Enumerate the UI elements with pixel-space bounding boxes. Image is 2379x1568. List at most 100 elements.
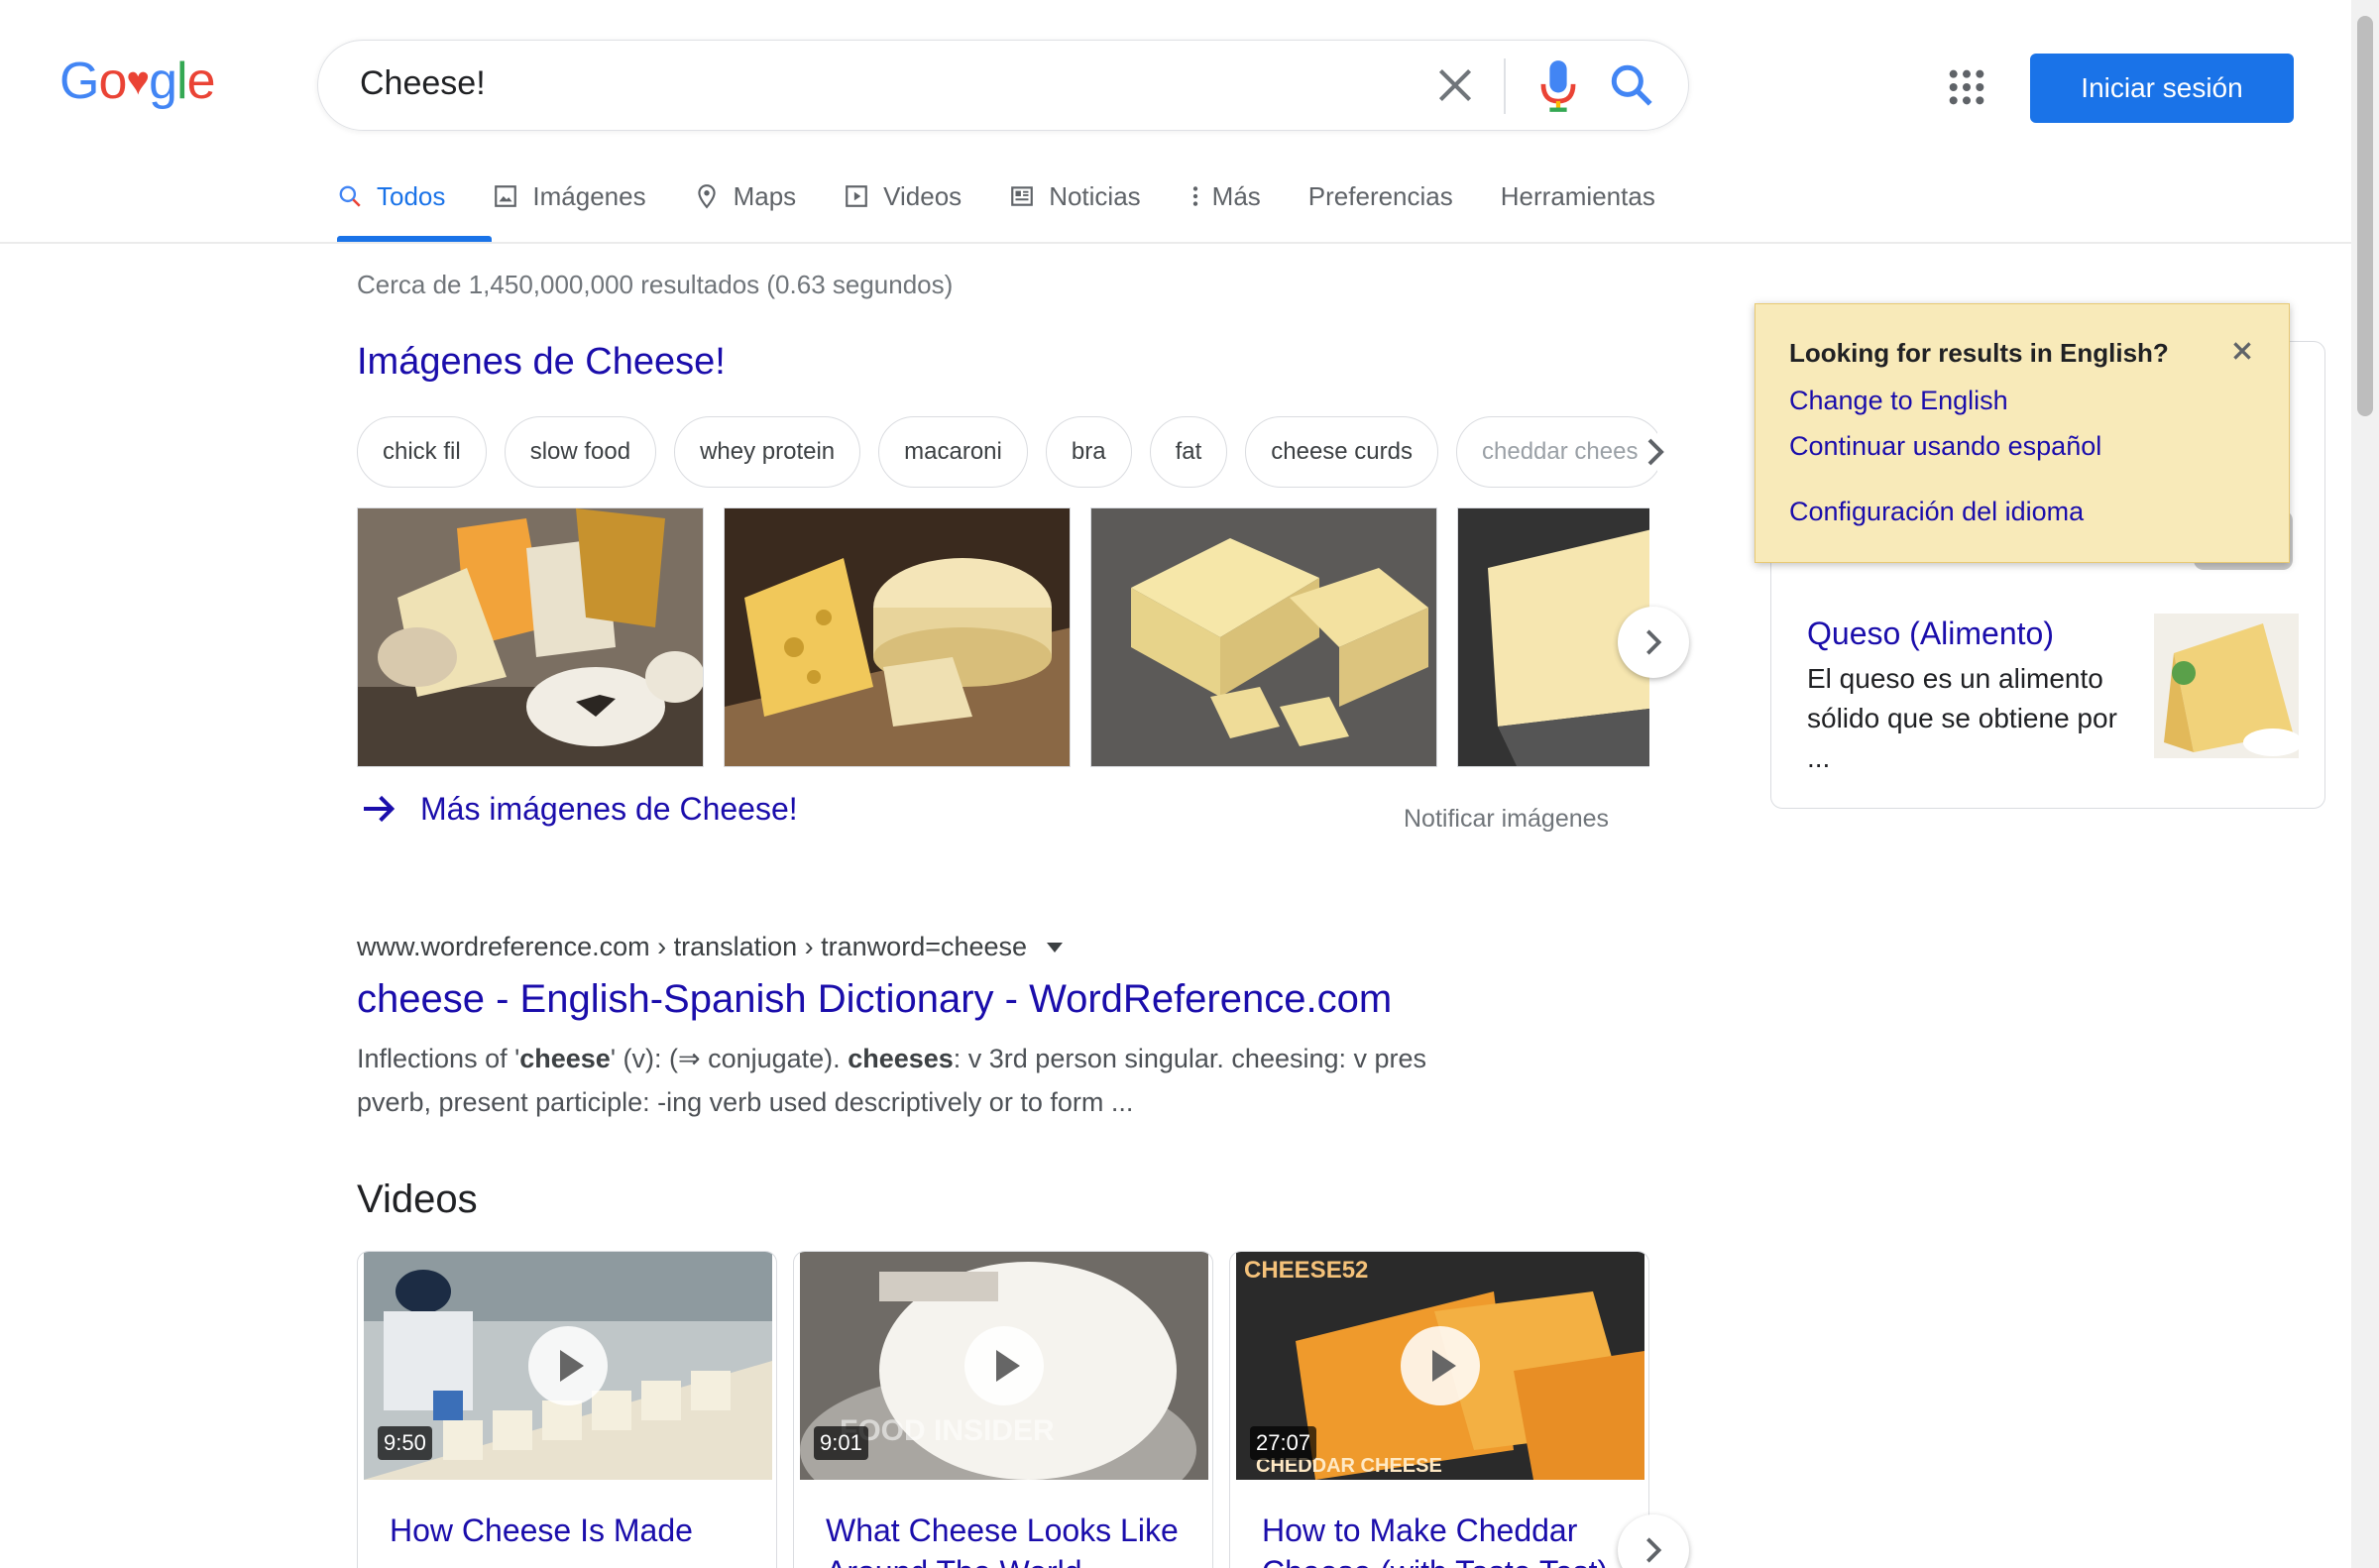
video-card[interactable]: CHEESE52 CHEDDAR CHEESE 27:07 How to Mak… bbox=[1229, 1251, 1649, 1568]
snippet-text: ' (v): (⇒ conjugate). bbox=[610, 1044, 849, 1073]
close-icon[interactable] bbox=[2229, 338, 2255, 364]
search-input[interactable]: Cheese! bbox=[360, 64, 486, 103]
scrollbar-thumb[interactable] bbox=[2357, 16, 2373, 416]
more-images-label: Más imágenes de Cheese! bbox=[420, 790, 798, 827]
tab-preferencias[interactable]: Preferencias bbox=[1308, 178, 1453, 214]
logo-letter: g bbox=[149, 53, 177, 110]
change-to-english-link[interactable]: Change to English bbox=[1789, 386, 2008, 416]
snippet-text: Inflections of ' bbox=[357, 1044, 520, 1073]
chevron-right-icon[interactable] bbox=[1645, 436, 1665, 468]
chevron-right-icon bbox=[1646, 629, 1662, 655]
logo-letter: l bbox=[176, 53, 188, 110]
image-chips: chick fil slow food whey protein macaron… bbox=[357, 416, 1657, 488]
play-icon bbox=[1401, 1326, 1480, 1405]
logo-letter: o bbox=[98, 53, 127, 110]
tab-label: Videos bbox=[883, 180, 963, 211]
apps-grid-icon[interactable] bbox=[1947, 67, 1986, 107]
tab-noticias[interactable]: Noticias bbox=[1009, 178, 1141, 214]
snippet-bold: cheeses bbox=[848, 1044, 954, 1073]
video-duration: 9:50 bbox=[378, 1426, 432, 1460]
result-url[interactable]: www.wordreference.com › translation › tr… bbox=[357, 932, 1064, 962]
search-box[interactable]: Cheese! bbox=[317, 40, 1689, 131]
tab-label: Maps bbox=[733, 180, 797, 211]
chip[interactable]: slow food bbox=[504, 416, 657, 488]
language-suggestion-popup: Looking for results in English? Change t… bbox=[1755, 303, 2290, 563]
tab-label: Imágenes bbox=[532, 180, 646, 211]
tab-label: Herramientas bbox=[1500, 180, 1655, 211]
images-next-button[interactable] bbox=[1618, 607, 1689, 678]
video-icon bbox=[846, 185, 867, 207]
chip[interactable]: cheddar chees bbox=[1456, 416, 1657, 488]
header-divider bbox=[0, 242, 2359, 244]
report-images-link[interactable]: Notificar imágenes bbox=[1404, 805, 1609, 834]
snippet-bold: cheese bbox=[519, 1044, 611, 1073]
tab-maps[interactable]: Maps bbox=[694, 178, 797, 214]
map-pin-icon bbox=[697, 184, 716, 209]
tab-videos[interactable]: Videos bbox=[844, 178, 962, 214]
search-icon[interactable] bbox=[1607, 60, 1656, 110]
tab-todos[interactable]: Todos bbox=[337, 178, 445, 214]
continue-spanish-link[interactable]: Continuar usando español bbox=[1789, 431, 2101, 462]
tab-label: Más bbox=[1211, 180, 1261, 211]
logo-letter: e bbox=[186, 53, 216, 110]
search-icon bbox=[339, 185, 361, 207]
tab-label: Preferencias bbox=[1307, 180, 1453, 211]
result-snippet: Inflections of 'cheese' (v): (⇒ conjugat… bbox=[357, 1037, 1497, 1124]
dropdown-arrow-icon[interactable] bbox=[1047, 942, 1064, 952]
image-thumbnail[interactable] bbox=[357, 507, 704, 767]
play-icon bbox=[528, 1326, 608, 1405]
tab-label: Noticias bbox=[1049, 180, 1141, 211]
video-thumbnail[interactable]: FOOD INSIDER 9:01 bbox=[800, 1252, 1208, 1480]
video-duration: 9:01 bbox=[814, 1426, 868, 1460]
video-card[interactable]: 9:50 How Cheese Is Made bbox=[357, 1251, 777, 1568]
more-images-link[interactable]: Más imágenes de Cheese! bbox=[359, 789, 798, 829]
popup-heading: Looking for results in English? bbox=[1789, 338, 2169, 368]
more-vert-icon bbox=[1192, 186, 1197, 206]
video-watermark: CHEESE52 bbox=[1244, 1257, 1368, 1284]
images-section-title[interactable]: Imágenes de Cheese! bbox=[357, 341, 726, 384]
clear-icon[interactable] bbox=[1430, 60, 1480, 110]
video-thumbnail[interactable]: CHEESE52 CHEDDAR CHEESE 27:07 bbox=[1236, 1252, 1644, 1480]
image-thumbnail[interactable] bbox=[1090, 507, 1437, 767]
chip[interactable]: cheese curds bbox=[1245, 416, 1438, 488]
knowledge-title-link[interactable]: Queso (Alimento) bbox=[1807, 616, 2054, 652]
google-doodle-logo[interactable]: Go♥gle bbox=[59, 52, 216, 111]
tab-label: Todos bbox=[377, 180, 446, 211]
sign-in-button[interactable]: Iniciar sesión bbox=[2030, 54, 2294, 123]
videos-heading: Videos bbox=[357, 1177, 478, 1221]
image-icon bbox=[495, 185, 517, 207]
chip[interactable]: bra bbox=[1045, 416, 1132, 488]
search-divider bbox=[1504, 58, 1506, 114]
news-icon bbox=[1011, 186, 1034, 206]
image-strip bbox=[357, 507, 1649, 769]
knowledge-image[interactable] bbox=[2154, 614, 2299, 758]
knowledge-description: El queso es un alimento sólido que se ob… bbox=[1807, 663, 2117, 773]
chevron-right-icon bbox=[1646, 1537, 1662, 1563]
image-thumbnail[interactable] bbox=[724, 507, 1071, 767]
video-title[interactable]: How to Make Cheddar Cheese (with Taste T… bbox=[1262, 1510, 1629, 1568]
chip[interactable]: macaroni bbox=[878, 416, 1028, 488]
video-card[interactable]: FOOD INSIDER 9:01 What Cheese Looks Like… bbox=[793, 1251, 1213, 1568]
video-duration: 27:07 bbox=[1250, 1426, 1317, 1460]
microphone-icon[interactable] bbox=[1535, 58, 1581, 114]
result-stats: Cerca de 1,450,000,000 resultados (0.63 … bbox=[357, 270, 954, 299]
heart-icon: ♥ bbox=[126, 59, 150, 103]
play-icon bbox=[964, 1326, 1044, 1405]
video-title[interactable]: What Cheese Looks Like Around The World bbox=[826, 1510, 1192, 1568]
arrow-right-icon bbox=[364, 795, 396, 823]
chip[interactable]: fat bbox=[1149, 416, 1228, 488]
tab-imagenes[interactable]: Imágenes bbox=[493, 178, 646, 214]
google-results-page: Go♥gle Cheese! Iniciar sesión Todos Imág… bbox=[0, 0, 2379, 1568]
video-title[interactable]: How Cheese Is Made bbox=[390, 1510, 756, 1551]
search-tabs: Todos Imágenes Maps Videos Noticias Más … bbox=[337, 178, 1703, 242]
result-cite: www.wordreference.com › translation › tr… bbox=[357, 932, 1028, 961]
chip[interactable]: whey protein bbox=[674, 416, 861, 488]
tab-herramientas[interactable]: Herramientas bbox=[1501, 178, 1655, 214]
language-settings-link[interactable]: Configuración del idioma bbox=[1789, 497, 2084, 527]
chip[interactable]: chick fil bbox=[357, 416, 487, 488]
result-title-link[interactable]: cheese - English-Spanish Dictionary - Wo… bbox=[357, 977, 1392, 1022]
tab-mas[interactable]: Más bbox=[1189, 178, 1261, 214]
video-watermark: FOOD INSIDER bbox=[840, 1414, 1055, 1447]
logo-letter: G bbox=[59, 53, 99, 110]
video-thumbnail[interactable]: 9:50 bbox=[364, 1252, 772, 1480]
